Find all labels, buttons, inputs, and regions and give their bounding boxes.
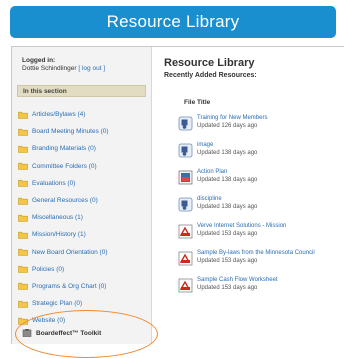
resource-link[interactable]: Sample By-laws from the Minnesota Counci… xyxy=(197,250,315,258)
content-title: Resource Library xyxy=(164,57,255,69)
sidebar-item[interactable]: Committee Folders (0) xyxy=(18,158,148,175)
video-file-icon xyxy=(178,143,193,158)
resource-text: Verve Internet Solutions - Mission Update… xyxy=(197,223,286,238)
resource-link[interactable]: Training for New Members xyxy=(197,115,267,123)
resource-text: Sample By-laws from the Minnesota Counci… xyxy=(197,250,315,265)
resource-link[interactable]: discipline xyxy=(197,196,257,204)
resource-item: Sample By-laws from the Minnesota Counci… xyxy=(164,250,344,277)
resource-link[interactable]: Verve Internet Solutions - Mission xyxy=(197,223,286,231)
resource-text: Action Plan Updated 138 days ago xyxy=(197,169,257,184)
image-file-icon xyxy=(178,170,193,185)
sidebar-item-label: Programs & Org Chart (0) xyxy=(32,282,107,290)
resource-updated: Updated 138 days ago xyxy=(197,203,258,210)
folder-icon xyxy=(18,231,28,239)
file-title-column-header: File Title xyxy=(184,99,211,106)
sidebar-item[interactable]: General Resources (0) xyxy=(18,192,148,209)
sidebar-item[interactable]: Programs & Org Chart (0) xyxy=(18,278,148,295)
sidebar-item-label: Committee Folders (0) xyxy=(32,162,97,170)
resource-link[interactable]: image xyxy=(197,142,257,150)
highlight-ring xyxy=(15,310,158,358)
resource-updated: Updated 126 days ago xyxy=(197,122,258,129)
resource-link[interactable]: Sample Cash Flow Worksheet xyxy=(197,277,278,285)
resource-updated: Updated 138 days ago xyxy=(197,176,258,183)
resource-updated: Updated 153 days ago xyxy=(197,257,258,264)
sidebar-item[interactable]: Miscellaneous (1) xyxy=(18,209,148,226)
folder-icon xyxy=(18,197,28,205)
resource-updated: Updated 138 days ago xyxy=(197,149,258,156)
sidebar-item-label: New Board Orientation (0) xyxy=(32,248,108,256)
resource-updated: Updated 153 days ago xyxy=(197,284,258,291)
sidebar-item[interactable]: New Board Orientation (0) xyxy=(18,244,148,261)
resource-item: Sample Cash Flow Worksheet Updated 153 da… xyxy=(164,277,344,304)
resource-item: Action Plan Updated 138 days ago xyxy=(164,169,344,196)
folder-icon xyxy=(18,214,28,222)
resource-link[interactable]: Action Plan xyxy=(197,169,257,177)
sidebar-item-label: Mission/History (1) xyxy=(32,231,86,239)
login-info: Logged in: Dottie Schindlinger [ log out… xyxy=(22,57,105,73)
sidebar-item[interactable]: Mission/History (1) xyxy=(18,226,148,243)
logout-link[interactable]: [ log out ] xyxy=(78,65,105,72)
sidebar-item[interactable]: Board Meeting Minutes (0) xyxy=(18,123,148,140)
resource-text: image Updated 138 days ago xyxy=(197,142,257,157)
video-file-icon xyxy=(178,197,193,212)
folder-icon xyxy=(18,111,28,119)
sidebar-item-label: Branding Materials (0) xyxy=(32,145,96,153)
sidebar-item-label: Articles/Bylaws (4) xyxy=(32,111,86,119)
pdf-file-icon xyxy=(178,224,193,239)
folder-icon xyxy=(18,163,28,170)
sidebar-item-label: Miscellaneous (1) xyxy=(32,214,83,222)
sidebar-item-label: Board Meeting Minutes (0) xyxy=(32,128,109,136)
sidebar-item-label: Strategic Plan (0) xyxy=(32,300,83,308)
page-header: Resource Library xyxy=(10,6,336,38)
pdf-file-icon xyxy=(178,278,193,293)
folder-icon xyxy=(18,145,28,153)
video-file-icon xyxy=(178,116,193,131)
page-title: Resource Library xyxy=(106,12,240,31)
sidebar-item-label: Evaluations (0) xyxy=(32,179,76,187)
pdf-file-icon xyxy=(178,251,193,266)
resource-text: Training for New Members Updated 126 days… xyxy=(197,115,267,130)
resource-item: Training for New Members Updated 126 days… xyxy=(164,115,344,142)
section-nav: Articles/Bylaws (4) Board Meeting Minutes… xyxy=(18,106,148,329)
folder-icon xyxy=(18,180,28,188)
sidebar-item[interactable]: Policies (0) xyxy=(18,261,148,278)
resource-item: discipline Updated 138 days ago xyxy=(164,196,344,223)
resource-updated: Updated 153 days ago xyxy=(197,230,258,237)
resource-text: discipline Updated 138 days ago xyxy=(197,196,257,211)
sidebar: Logged in: Dottie Schindlinger [ log out… xyxy=(12,47,158,358)
section-heading: In this section xyxy=(17,85,146,97)
recent-resources-heading: Recently Added Resources: xyxy=(164,72,257,79)
folder-icon xyxy=(18,283,28,291)
sidebar-item[interactable]: Evaluations (0) xyxy=(18,175,148,192)
sidebar-item-label: General Resources (0) xyxy=(32,197,98,205)
user-name: Dottie Schindlinger xyxy=(22,65,77,72)
main-content: Resource Library Recently Added Resource… xyxy=(164,47,344,344)
sidebar-item-label: Policies (0) xyxy=(32,265,65,273)
app-frame: Logged in: Dottie Schindlinger [ log out… xyxy=(11,46,344,358)
folder-icon xyxy=(18,248,28,256)
folder-icon xyxy=(18,300,28,308)
logged-in-label: Logged in: xyxy=(22,57,56,64)
sidebar-item[interactable]: Articles/Bylaws (4) xyxy=(18,106,148,123)
folder-icon xyxy=(18,266,28,274)
folder-icon xyxy=(18,128,28,136)
resource-item: image Updated 138 days ago xyxy=(164,142,344,169)
resource-item: Verve Internet Solutions - Mission Update… xyxy=(164,223,344,250)
sidebar-item[interactable]: Branding Materials (0) xyxy=(18,140,148,157)
resource-text: Sample Cash Flow Worksheet Updated 153 da… xyxy=(197,277,278,292)
resource-list: Training for New Members Updated 126 days… xyxy=(164,115,344,304)
